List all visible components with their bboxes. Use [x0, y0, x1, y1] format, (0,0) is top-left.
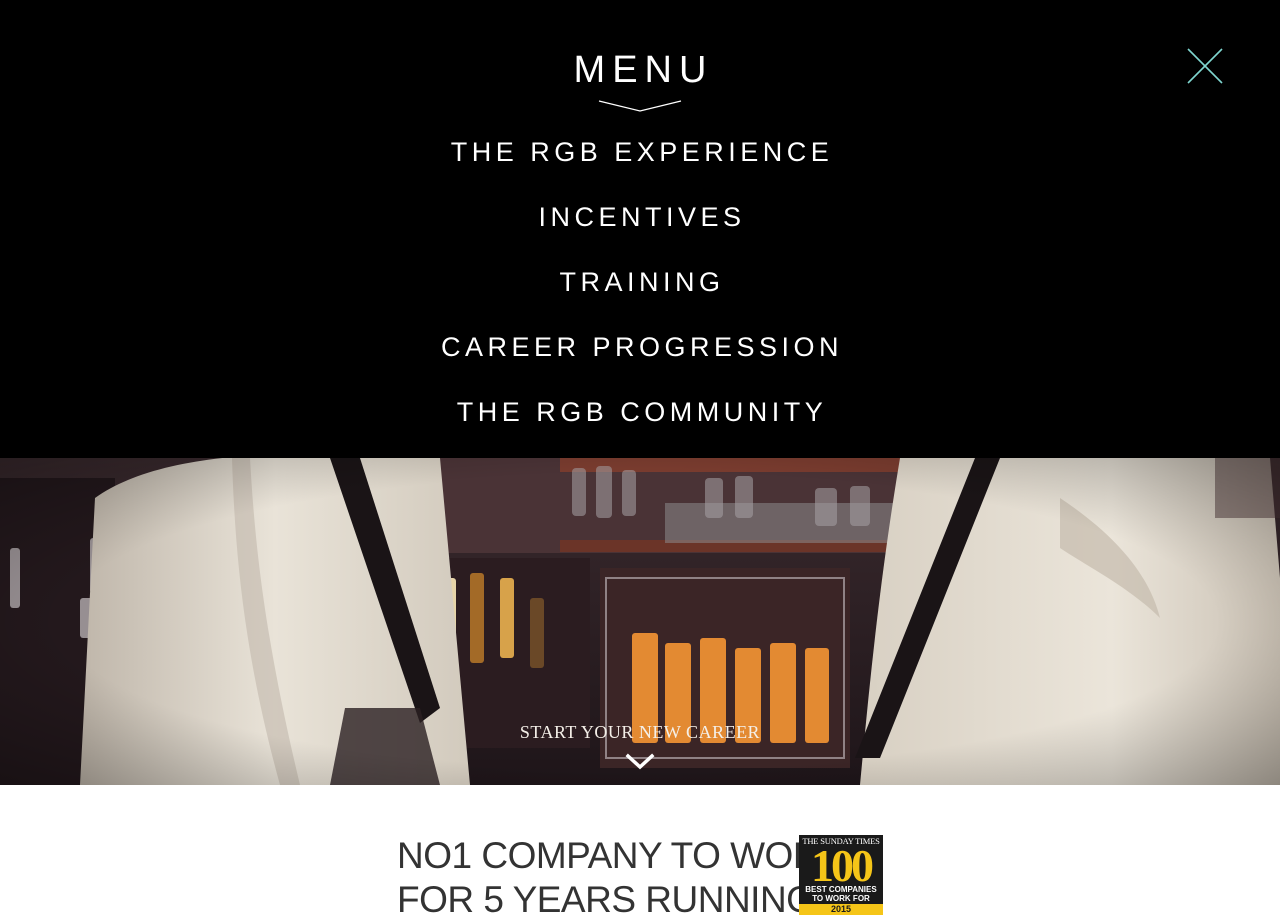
menu-item-rgb-community[interactable]: THE RGB COMMUNITY: [0, 390, 1280, 455]
chevron-down-icon[interactable]: [625, 752, 655, 772]
menu-divider-chevron: [598, 100, 682, 112]
menu-item-training[interactable]: TRAINING: [0, 260, 1280, 325]
badge-caption-line1: BEST COMPANIES: [805, 885, 877, 894]
menu-item-incentives[interactable]: INCENTIVES: [0, 195, 1280, 260]
badge-caption: BEST COMPANIES TO WORK FOR: [799, 885, 883, 903]
menu-title: MENU: [573, 49, 714, 91]
sunday-times-100-badge: THE SUNDAY TIMES 100 BEST COMPANIES TO W…: [799, 835, 883, 915]
hero-banner: START YOUR NEW CAREER: [0, 458, 1280, 785]
menu-item-career-progression[interactable]: CAREER PROGRESSION: [0, 325, 1280, 390]
close-icon[interactable]: [1183, 44, 1227, 88]
menu-item-rgb-experience[interactable]: THE RGB EXPERIENCE: [0, 130, 1280, 195]
award-heading-line2: FOR 5 YEARS RUNNING!: [397, 879, 825, 920]
award-heading-line1: NO1 COMPANY TO WORK: [397, 835, 844, 876]
badge-caption-line2: TO WORK FOR: [812, 894, 870, 903]
award-heading: NO1 COMPANY TO WORK FOR 5 YEARS RUNNING!: [397, 834, 844, 922]
menu-overlay: MENU THE RGB EXPERIENCE INCENTIVES TRAIN…: [0, 0, 1280, 458]
menu-list: THE RGB EXPERIENCE INCENTIVES TRAINING C…: [0, 130, 1280, 455]
badge-year: 2015: [799, 904, 883, 915]
badge-number: 100: [811, 840, 874, 891]
start-career-link[interactable]: START YOUR NEW CAREER: [0, 720, 1280, 744]
